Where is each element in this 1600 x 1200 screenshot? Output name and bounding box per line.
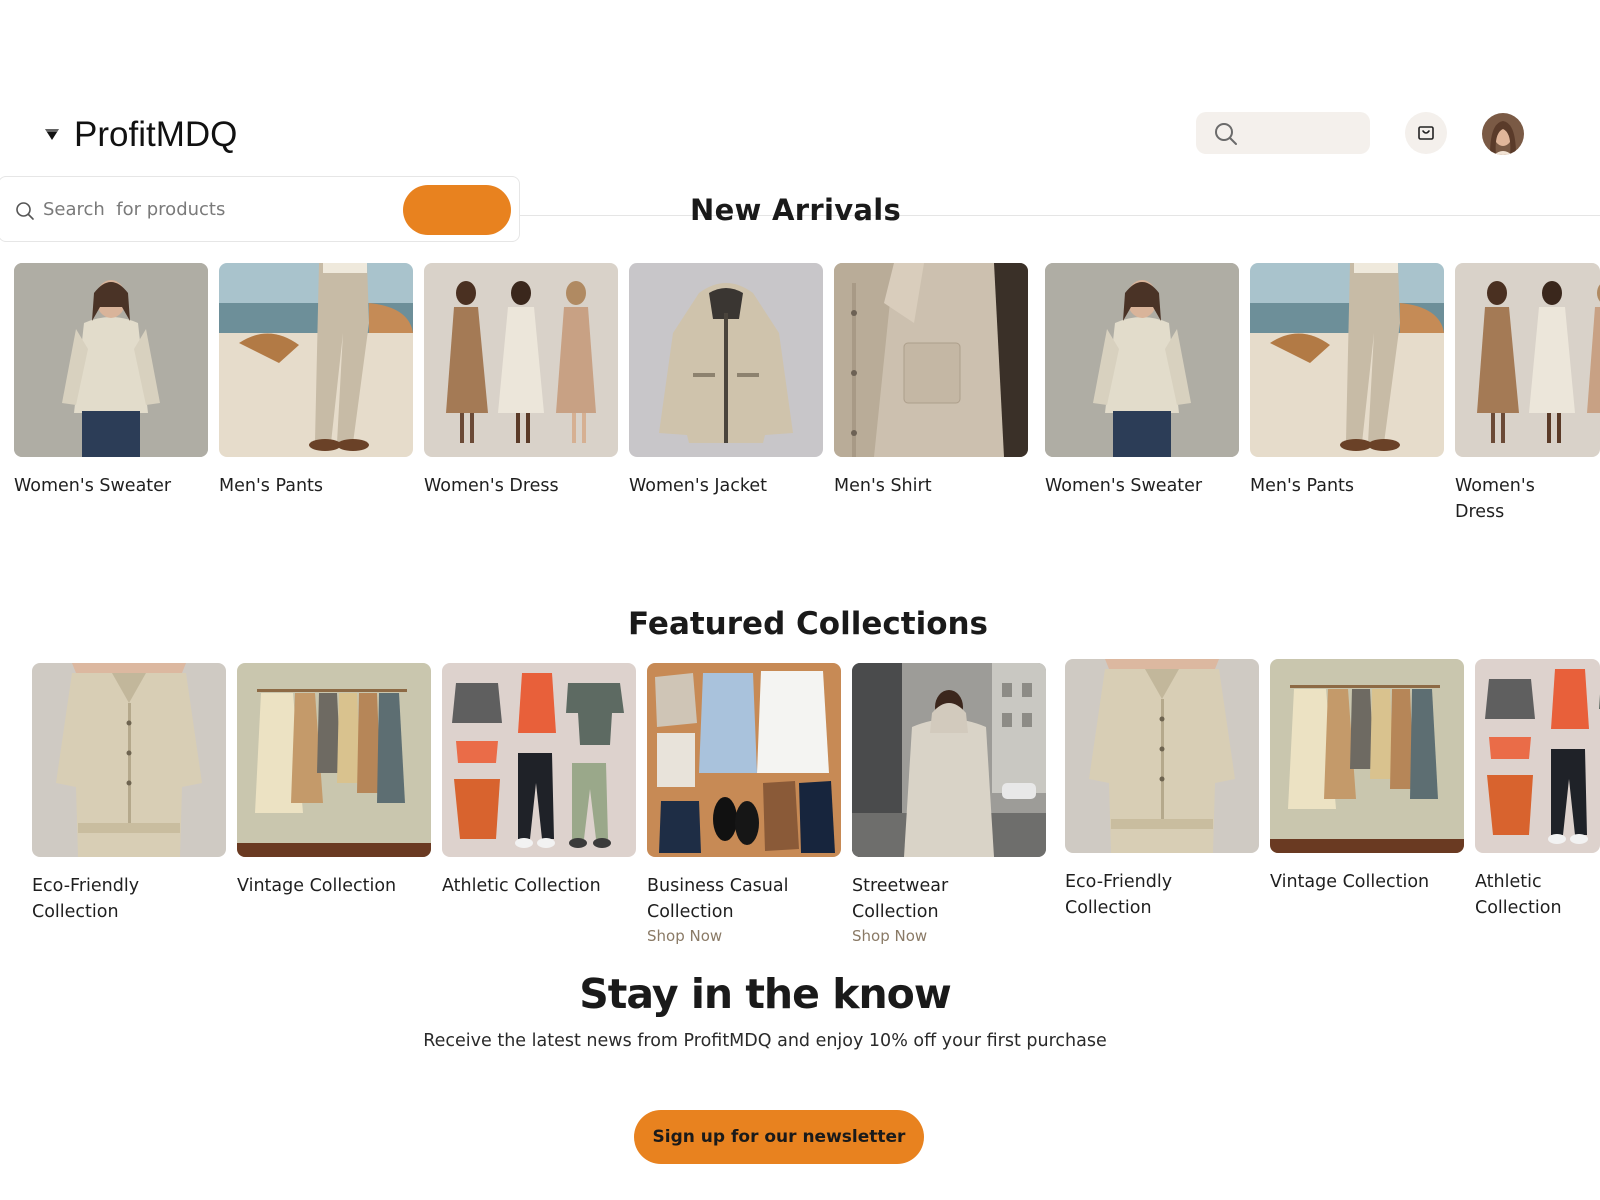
collection-name: Vintage Collection <box>1270 872 1430 892</box>
collection-image <box>237 663 431 857</box>
collection-name: Business Casual Collection <box>647 876 789 922</box>
collection-name: Athletic Collection <box>1475 872 1562 918</box>
shop-now-link[interactable]: Shop Now <box>852 925 1046 947</box>
brand-name[interactable]: ProfitMDQ <box>74 113 237 157</box>
search-icon <box>16 202 34 220</box>
search-input[interactable] <box>43 195 393 223</box>
collection-card[interactable]: Eco-Friendly Collection <box>1065 659 1259 921</box>
newsletter-signup-button[interactable]: Sign up for our newsletter <box>634 1110 924 1164</box>
product-search <box>0 176 520 242</box>
product-name: Women's Sweater <box>1045 476 1203 496</box>
product-card[interactable]: Women's Dress <box>424 263 618 499</box>
collection-card[interactable]: Athletic Collection <box>1475 659 1600 921</box>
product-card[interactable]: Women's Jacket <box>629 263 823 499</box>
product-image <box>219 263 413 457</box>
product-card[interactable]: Men's Shirt <box>834 263 1028 499</box>
section-divider <box>520 215 1600 216</box>
product-name: Men's Pants <box>219 476 324 496</box>
collection-image <box>1270 659 1464 853</box>
collection-name: Streetwear Collection <box>852 876 949 922</box>
collection-card[interactable]: Streetwear Collection Shop Now <box>852 663 1046 947</box>
collection-card[interactable]: Vintage Collection <box>237 663 431 899</box>
collection-image <box>1065 659 1259 853</box>
product-image <box>629 263 823 457</box>
collection-card[interactable]: Athletic Collection <box>442 663 636 899</box>
collection-image <box>852 663 1046 857</box>
collection-name: Athletic Collection <box>442 876 601 896</box>
product-card[interactable]: Men's Pants <box>1250 263 1444 499</box>
collection-image <box>32 663 226 857</box>
product-image <box>834 263 1028 457</box>
featured-collections-title: Featured Collections <box>628 606 989 642</box>
product-card[interactable]: Men's Pants <box>219 263 413 499</box>
shop-now-link[interactable]: Shop Now <box>647 925 841 947</box>
product-image <box>1250 263 1444 457</box>
product-card[interactable]: Women's Sweater <box>1045 263 1239 499</box>
collection-name: Vintage Collection <box>237 876 397 896</box>
product-image <box>1455 263 1600 457</box>
product-image <box>1045 263 1239 457</box>
product-name: Women's Jacket <box>629 476 768 496</box>
search-icon <box>1215 123 1237 145</box>
newsletter-title: Stay in the know <box>579 970 951 1018</box>
collection-card[interactable]: Vintage Collection <box>1270 659 1464 895</box>
collection-card[interactable]: Business Casual Collection Shop Now <box>647 663 841 947</box>
search-submit-button[interactable] <box>403 185 511 235</box>
logo-icon <box>45 129 59 140</box>
shopping-bag-icon <box>1418 126 1434 140</box>
collection-card[interactable]: Eco-Friendly Collection <box>32 663 226 925</box>
product-card[interactable]: Women's Sweater <box>14 263 208 499</box>
new-arrivals-title: New Arrivals <box>690 193 902 227</box>
collection-name: Eco-Friendly Collection <box>1065 872 1173 918</box>
product-name: Women's Dress <box>424 476 559 496</box>
collection-image <box>442 663 636 857</box>
product-name: Men's Pants <box>1250 476 1355 496</box>
user-avatar[interactable] <box>1482 113 1524 155</box>
header-search-button[interactable] <box>1196 112 1370 154</box>
avatar-image <box>1482 113 1524 155</box>
cart-button[interactable] <box>1405 112 1447 154</box>
product-name: Men's Shirt <box>834 476 932 496</box>
product-name: Women's Sweater <box>14 476 172 496</box>
collection-image <box>1475 659 1600 853</box>
newsletter-subtitle: Receive the latest news from ProfitMDQ a… <box>423 1031 1107 1051</box>
product-card[interactable]: Women's Dress <box>1455 263 1600 525</box>
product-name: Women's Dress <box>1455 476 1535 522</box>
collection-image <box>647 663 841 857</box>
product-image <box>424 263 618 457</box>
collection-name: Eco-Friendly Collection <box>32 876 140 922</box>
product-image <box>14 263 208 457</box>
